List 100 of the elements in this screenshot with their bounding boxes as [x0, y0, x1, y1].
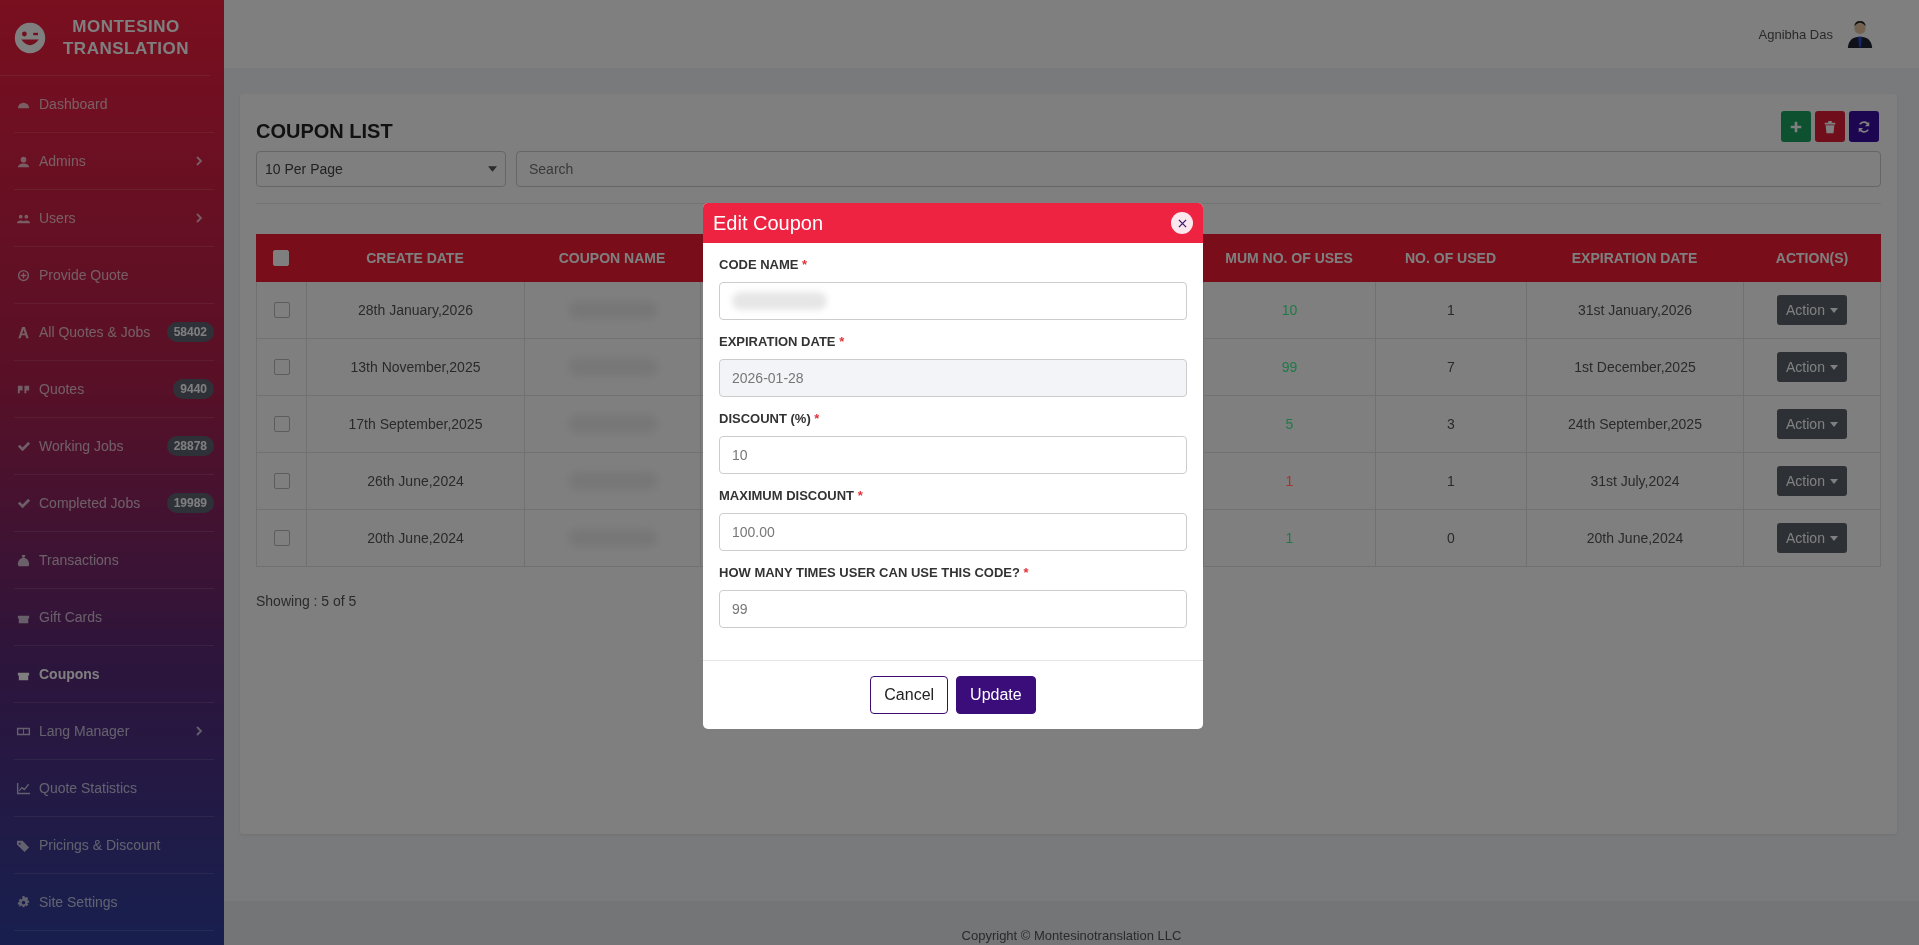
input-field[interactable]: 2026-01-28	[719, 359, 1187, 397]
sidebar-item[interactable]: Users	[14, 190, 214, 247]
action-dropdown-button[interactable]: Action	[1777, 523, 1847, 553]
field-label: CODE NAME	[719, 257, 799, 272]
input-field[interactable]: 10	[719, 436, 1187, 474]
row-checkbox[interactable]	[273, 359, 290, 375]
refresh-button[interactable]	[1849, 111, 1879, 142]
copyright-text: Copyright © Montesinotranslation LLC	[961, 928, 1182, 943]
page-title: COUPON LIST	[256, 119, 393, 143]
action-dropdown-button[interactable]: Action	[1777, 295, 1847, 325]
field-label: HOW MANY TIMES USER CAN USE THIS CODE?	[719, 565, 1020, 580]
table-cell: 24th September,2025	[1568, 416, 1702, 432]
caret-icon	[1829, 535, 1838, 541]
caret-icon	[488, 166, 497, 172]
dialog-title: Edit Coupon	[713, 211, 824, 235]
action-dropdown-button[interactable]: Action	[1777, 352, 1847, 382]
caret-icon	[1829, 364, 1838, 370]
table-cell: 1	[1447, 473, 1455, 489]
table-cell: 1	[1447, 302, 1455, 318]
caret-icon	[1829, 421, 1838, 427]
sidebar-item[interactable]: Coupons	[14, 646, 214, 703]
input-field[interactable]: 100.00	[719, 513, 1187, 551]
sidebar-item[interactable]: Transactions	[14, 532, 214, 589]
table-cell: 31st July,2024	[1590, 473, 1680, 489]
per-page-select[interactable]: 10 Per Page	[256, 151, 506, 187]
search-field[interactable]: Search	[516, 151, 1881, 187]
sidebar-item[interactable]: Admins	[14, 133, 214, 190]
sidebar-item[interactable]: All Quotes & Jobs 58402	[14, 304, 214, 361]
table-cell: 1st December,2025	[1574, 359, 1696, 375]
gear-icon	[16, 894, 31, 910]
required-mark: *	[814, 411, 820, 426]
table-cell: 99	[1281, 359, 1298, 375]
table-cell: 3	[1447, 416, 1455, 432]
sidebar-item[interactable]: Working Jobs 28878	[14, 418, 214, 475]
column-header: ACTION(S)	[1774, 249, 1850, 268]
chevron-right-icon	[194, 213, 204, 223]
table-cell: 10	[1281, 302, 1298, 318]
field-label: DISCOUNT (%)	[719, 411, 811, 426]
user-name[interactable]: Agnibha Das	[1758, 26, 1833, 42]
table-cell: 26th June,2024	[367, 473, 464, 489]
row-checkbox[interactable]	[273, 473, 290, 489]
smiley-logo-icon	[14, 21, 46, 54]
sidebar-item[interactable]: Quote Statistics	[14, 760, 214, 817]
table-cell: 20th June,2024	[1586, 530, 1684, 546]
table-cell: 28th January,2026	[358, 302, 473, 318]
table-cell: 5	[1285, 416, 1294, 432]
update-button[interactable]: Update	[956, 676, 1036, 714]
field-label: MAXIMUM DISCOUNT	[719, 488, 855, 503]
sidebar-item[interactable]: Dashboard	[14, 76, 214, 133]
chart-line-icon	[16, 780, 31, 796]
brand-name: MONTESINO TRANSLATION	[61, 15, 191, 60]
column-header: CREATE DATE	[365, 249, 465, 268]
table-cell: 31st January,2026	[1577, 302, 1693, 318]
table-cell: 0	[1447, 530, 1455, 546]
table-cell: 17th September,2025	[348, 416, 483, 432]
select-all-checkbox[interactable]	[273, 250, 289, 266]
chevron-right-icon	[194, 156, 204, 166]
sidebar-item[interactable]: Pricings & Discount	[14, 817, 214, 874]
caret-icon	[1829, 307, 1838, 313]
sidebar-item[interactable]: Lang Manager	[14, 703, 214, 760]
column-header: NO. OF USED	[1404, 249, 1497, 268]
table-cell: 20th June,2024	[367, 530, 464, 546]
sidebar-item[interactable]: Site Settings	[14, 874, 214, 931]
letter-icon	[16, 324, 31, 340]
caret-icon	[1829, 478, 1838, 484]
table-cell: 7	[1447, 359, 1455, 375]
row-checkbox[interactable]	[273, 530, 290, 546]
delete-button[interactable]	[1815, 111, 1845, 142]
trash-icon	[1823, 119, 1837, 134]
sidebar-item[interactable]: Completed Jobs 19989	[14, 475, 214, 532]
sidebar-item[interactable]: Quotes 9440	[14, 361, 214, 418]
plus-icon	[1789, 119, 1803, 134]
action-dropdown-button[interactable]: Action	[1777, 466, 1847, 496]
avatar-icon[interactable]	[1845, 18, 1875, 50]
action-dropdown-button[interactable]: Action	[1777, 409, 1847, 439]
sidebar-item[interactable]: Gift Cards	[14, 589, 214, 646]
required-mark: *	[1023, 565, 1029, 580]
cancel-button[interactable]: Cancel	[870, 676, 949, 714]
input-field[interactable]	[719, 282, 1187, 320]
input-field[interactable]: 99	[719, 590, 1187, 628]
table-cell: 1	[1285, 530, 1294, 546]
row-checkbox[interactable]	[273, 302, 290, 318]
count-badge: 58402	[166, 322, 214, 342]
required-mark: *	[802, 257, 808, 272]
required-mark: *	[857, 488, 863, 503]
table-cell: 1	[1285, 473, 1294, 489]
count-badge: 19989	[166, 493, 214, 513]
close-button[interactable]	[1171, 212, 1193, 234]
close-icon	[1177, 218, 1187, 228]
count-badge: 9440	[173, 379, 214, 399]
column-header: COUPON NAME	[557, 249, 667, 268]
add-button[interactable]	[1781, 111, 1811, 142]
chevron-right-icon	[194, 726, 204, 736]
refresh-icon	[1857, 119, 1871, 134]
required-mark: *	[839, 334, 845, 349]
count-badge: 28878	[166, 436, 214, 456]
column-header: EXPIRATION DATE	[1570, 249, 1699, 268]
row-checkbox[interactable]	[273, 416, 290, 432]
table-cell: 13th November,2025	[350, 359, 481, 375]
sidebar-item[interactable]: Provide Quote	[14, 247, 214, 304]
